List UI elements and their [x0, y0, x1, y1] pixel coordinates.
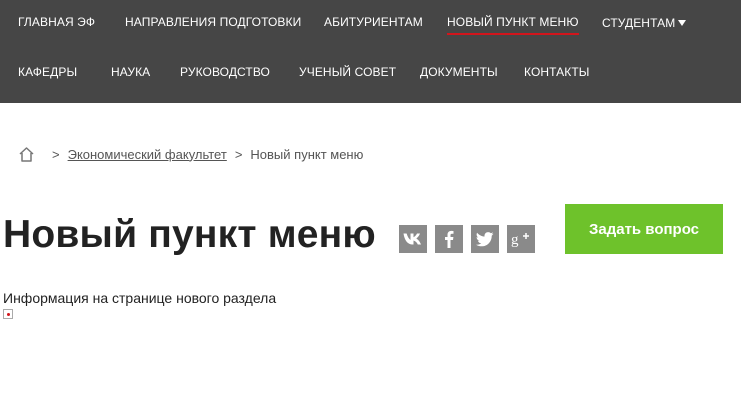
breadcrumb-separator: > [234, 146, 243, 162]
nav-item-nauka[interactable]: НАУКА [111, 64, 150, 80]
ask-question-button[interactable]: Задать вопрос [565, 204, 723, 254]
nav-item-dokumenty[interactable]: ДОКУМЕНТЫ [420, 64, 498, 80]
home-icon[interactable] [18, 146, 35, 163]
nav-item-rukovodstvo[interactable]: РУКОВОДСТВО [180, 64, 270, 80]
page-body-text: Информация на странице нового раздела [3, 290, 277, 306]
main-navigation: ГЛАВНАЯ ЭФ НАПРАВЛЕНИЯ ПОДГОТОВКИ АБИТУР… [0, 0, 741, 103]
nav-item-kafedry[interactable]: КАФЕДРЫ [18, 64, 77, 80]
breadcrumb-link-faculty[interactable]: Экономический факультет [68, 147, 227, 162]
broken-image-icon [3, 309, 13, 319]
nav-item-new-menu-active[interactable]: НОВЫЙ ПУНКТ МЕНЮ [447, 14, 579, 35]
google-plus-icon[interactable]: g [507, 225, 535, 253]
nav-item-studentam[interactable]: СТУДЕНТАМ [602, 14, 687, 32]
page-title: Новый пункт меню [3, 213, 376, 256]
nav-item-glavnaya[interactable]: ГЛАВНАЯ ЭФ [18, 14, 95, 30]
nav-item-kontakty[interactable]: КОНТАКТЫ [524, 64, 590, 80]
svg-text:g: g [511, 232, 519, 248]
nav-item-napravleniya[interactable]: НАПРАВЛЕНИЯ ПОДГОТОВКИ [125, 14, 301, 30]
nav-item-abiturientam[interactable]: АБИТУРИЕНТАМ [324, 14, 423, 30]
twitter-icon[interactable] [471, 225, 499, 253]
vk-icon[interactable] [399, 225, 427, 253]
breadcrumb-current: Новый пункт меню [250, 146, 364, 162]
breadcrumb: > Экономический факультет > Новый пункт … [18, 144, 363, 164]
facebook-icon[interactable] [435, 225, 463, 253]
caret-down-icon [678, 20, 687, 26]
nav-item-studentam-label: СТУДЕНТАМ [602, 16, 676, 30]
nav-item-uchenyi-sovet[interactable]: УЧЕНЫЙ СОВЕТ [299, 64, 396, 80]
breadcrumb-separator: > [52, 146, 60, 162]
